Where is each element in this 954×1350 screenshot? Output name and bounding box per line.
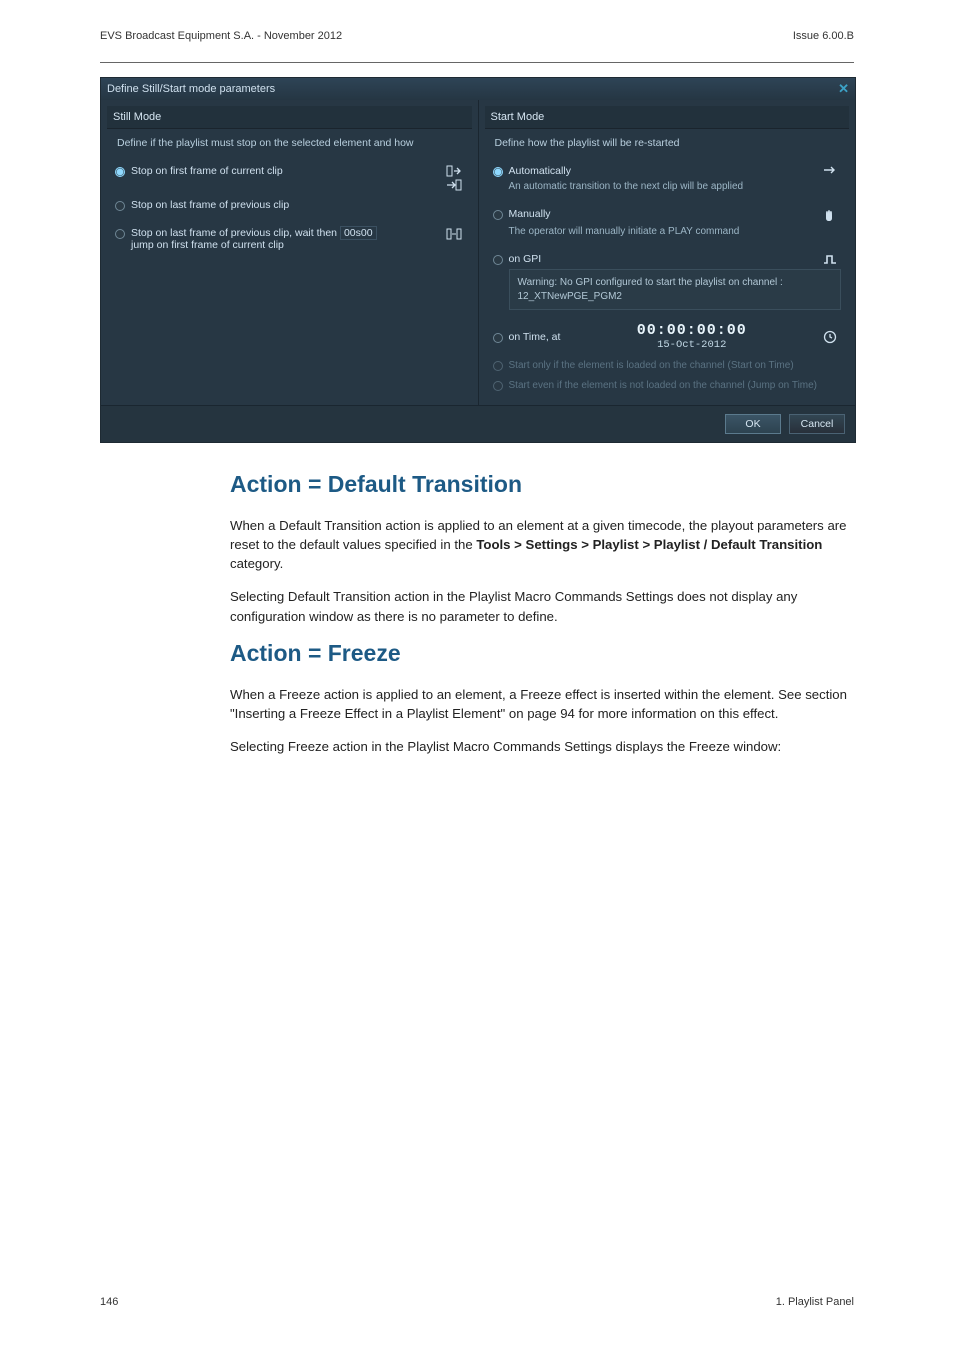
start-auto-desc: An automatic transition to the next clip…: [487, 179, 848, 202]
header-rule: [100, 62, 854, 63]
cancel-button[interactable]: Cancel: [789, 414, 845, 434]
pulse-icon: [823, 253, 841, 265]
start-mode-heading: Start Mode: [485, 106, 850, 129]
still-opt-wait-label: Stop on last frame of previous clip, wai…: [131, 227, 377, 251]
dialog-title-text: Define Still/Start mode parameters: [107, 83, 275, 95]
dialog-titlebar: Define Still/Start mode parameters ✕: [101, 78, 855, 100]
footer-section: 1. Playlist Panel: [776, 1296, 854, 1308]
enter-frame-icon: [446, 179, 464, 191]
gpi-warning: Warning: No GPI configured to start the …: [509, 269, 842, 310]
define-still-start-dialog: Define Still/Start mode parameters ✕ Sti…: [100, 77, 856, 443]
defTrans-p1bold: Tools > Settings > Playlist > Playlist /…: [476, 537, 822, 552]
close-icon[interactable]: ✕: [838, 81, 849, 97]
document-body: Action = Default Transition When a Defau…: [100, 443, 860, 756]
wait-jump-icon: [446, 227, 464, 241]
freeze-p1: When a Freeze action is applied to an el…: [230, 685, 850, 723]
start-dim-1: Start only if the element is loaded on t…: [487, 353, 848, 373]
still-opt-last-label: Stop on last frame of previous clip: [131, 199, 289, 211]
still-opt-first[interactable]: Stop on first frame of current clip: [109, 159, 470, 179]
defTrans-p2: Selecting Default Transition action in t…: [230, 587, 850, 625]
heading-freeze: Action = Freeze: [230, 640, 850, 667]
radio-icon[interactable]: [115, 201, 125, 211]
start-mode-sub: Define how the playlist will be re-start…: [487, 133, 848, 159]
clock-icon: [823, 330, 841, 344]
start-dim-2: Start even if the element is not loaded …: [487, 373, 848, 393]
start-mode-pane: Start Mode Define how the playlist will …: [478, 100, 856, 405]
still-wait-box[interactable]: 00s00: [340, 226, 377, 240]
start-manual-desc: The operator will manually initiate a PL…: [487, 224, 848, 247]
still-opt-wait[interactable]: Stop on last frame of previous clip, wai…: [109, 213, 470, 253]
radio-icon[interactable]: [493, 167, 503, 177]
defTrans-p1b: category.: [230, 556, 283, 571]
start-time-date: 15-Oct-2012: [566, 339, 817, 351]
still-wait-pre: Stop on last frame of previous clip, wai…: [131, 227, 337, 239]
page-footer: 146 1. Playlist Panel: [100, 1296, 854, 1308]
page-number: 146: [100, 1296, 118, 1308]
radio-icon: [493, 361, 503, 371]
ok-button[interactable]: OK: [725, 414, 781, 434]
hand-icon: [823, 208, 841, 222]
radio-icon[interactable]: [115, 167, 125, 177]
start-manual-label: Manually: [509, 208, 551, 220]
start-opt-auto[interactable]: Automatically: [487, 159, 848, 179]
start-time-label: on Time, at: [509, 331, 561, 343]
start-time-value: 00:00:00:00: [566, 322, 817, 339]
start-opt-time[interactable]: on Time, at 00:00:00:00 15-Oct-2012: [487, 318, 848, 353]
still-mode-sub: Define if the playlist must stop on the …: [109, 133, 470, 159]
freeze-p2: Selecting Freeze action in the Playlist …: [230, 737, 850, 756]
start-opt-gpi[interactable]: on GPI: [487, 247, 848, 267]
header-right: Issue 6.00.B: [793, 30, 854, 42]
header-left: EVS Broadcast Equipment S.A. - November …: [100, 30, 342, 42]
arrow-right-icon: [823, 165, 841, 175]
heading-default-transition: Action = Default Transition: [230, 471, 850, 498]
defTrans-p1: When a Default Transition action is appl…: [230, 516, 850, 573]
still-mode-pane: Still Mode Define if the playlist must s…: [101, 100, 478, 405]
still-wait-post: jump on first frame of current clip: [131, 239, 284, 251]
start-dim-1-text: Start only if the element is loaded on t…: [509, 360, 794, 371]
dialog-footer: OK Cancel: [101, 405, 855, 442]
radio-icon[interactable]: [115, 229, 125, 239]
radio-icon[interactable]: [493, 333, 503, 343]
start-opt-manual[interactable]: Manually: [487, 202, 848, 224]
start-gpi-label: on GPI: [509, 253, 542, 265]
radio-icon[interactable]: [493, 210, 503, 220]
radio-icon[interactable]: [493, 255, 503, 265]
still-mode-heading: Still Mode: [107, 106, 472, 129]
still-opt-last[interactable]: Stop on last frame of previous clip: [109, 193, 470, 213]
start-dim-2-text: Start even if the element is not loaded …: [509, 380, 818, 391]
stop-at-start-icon: [446, 165, 464, 177]
start-auto-label: Automatically: [509, 165, 571, 177]
still-opt-first-label: Stop on first frame of current clip: [131, 165, 283, 177]
radio-icon: [493, 381, 503, 391]
